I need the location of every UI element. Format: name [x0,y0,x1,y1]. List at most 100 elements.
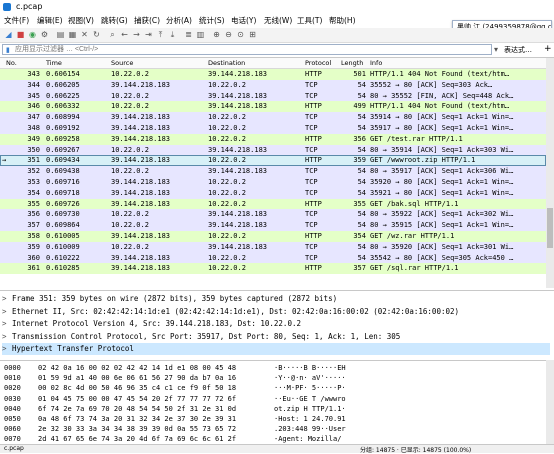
packet-row[interactable]: 345 0.606225 10.22.0.2 39.144.218.183 TCP 54 8… [0,90,546,102]
bytes-ascii[interactable]: ···M·PF· 5·····P· [274,383,346,393]
bytes-ascii[interactable]: ·B·····B B·····EH [274,363,346,373]
col-length[interactable]: Length [341,59,363,67]
detail-tree-item[interactable]: > Internet Protocol Version 4, Src: 39.14… [2,318,550,330]
detail-tree-item[interactable]: > Hypertext Transfer Protocol [2,343,550,355]
status-counts: 分组: 14875 · 已显示: 14875 (100.0%) [360,447,472,454]
bytes-offset[interactable]: 0040 [4,404,21,414]
packet-row[interactable]: 350 0.609267 10.22.0.2 39.144.218.183 TCP 54 8… [0,144,546,156]
bytes-offset[interactable]: 0020 [4,383,21,393]
start-capture-icon[interactable]: ◢ [4,30,13,39]
first-packet-icon[interactable]: ⤒ [156,30,165,39]
stop-capture-icon[interactable]: ■ [16,30,25,39]
bytes-hex[interactable]: 0a 48 6f 73 74 3a 20 31 32 34 2e 37 30 2… [38,414,236,424]
packet-row[interactable]: 361 0.610285 39.144.218.183 10.22.0.2 HTTP 35… [0,263,546,275]
reload-icon[interactable]: ↻ [92,30,101,39]
packet-row[interactable]: 360 0.610222 39.144.218.183 10.22.0.2 TCP 54 3… [0,252,546,264]
detail-tree-item[interactable]: > Transmission Control Protocol, Src Port… [2,331,550,343]
bytes-hex[interactable]: 01 04 45 75 00 00 47 45 54 20 2f 77 77 7… [38,394,236,404]
col-time[interactable]: Time [46,59,62,67]
open-file-icon[interactable]: ▤ [56,30,65,39]
bytes-hex[interactable]: 01 59 9d a1 40 00 6e 06 61 56 27 90 da b… [38,373,236,383]
expand-arrow-icon[interactable]: > [2,331,12,343]
menu-edit[interactable]: 编辑(E) [37,15,63,26]
bytes-hex[interactable]: 02 42 0a 16 00 02 02 42 42 14 1d e1 08 0… [38,363,236,373]
colorize-icon[interactable]: ▥ [196,30,205,39]
bytes-offset[interactable]: 0060 [4,424,21,434]
expand-arrow-icon[interactable]: > [2,343,12,355]
save-file-icon[interactable]: ▦ [68,30,77,39]
bytes-hex[interactable]: 6f 74 2e 7a 69 70 20 48 54 54 50 2f 31 2… [38,404,236,414]
zoom-out-icon[interactable]: ⊖ [224,30,233,39]
packet-list-scrollbar[interactable] [546,58,554,288]
menu-go[interactable]: 跳转(G) [101,15,128,26]
packet-row[interactable]: 348 0.609192 39.144.218.183 10.22.0.2 TCP 54 3… [0,123,546,134]
packet-row[interactable]: 354 0.609718 39.144.218.183 10.22.0.2 TCP 54 3… [0,187,546,199]
restart-capture-icon[interactable]: ◉ [28,30,37,39]
packet-row[interactable]: 358 0.610005 39.144.218.183 10.22.0.2 HTTP 35… [0,231,546,242]
packet-cell-no: 361 [27,264,40,273]
bytes-offset[interactable]: 0030 [4,394,21,404]
detail-tree-item[interactable]: > Frame 351: 359 bytes on wire (2872 bits… [2,293,550,305]
col-protocol[interactable]: Protocol [305,59,331,67]
col-info[interactable]: Info [370,59,382,67]
menu-view[interactable]: 视图(V) [68,15,94,26]
go-to-packet-icon[interactable]: ⇥ [144,30,153,39]
packet-row[interactable]: 355 0.609726 39.144.218.183 10.22.0.2 HTTP 35… [0,198,546,210]
zoom-reset-icon[interactable]: ⊙ [236,30,245,39]
packet-cell-proto: TCP [305,242,318,251]
packet-row[interactable]: 359 0.610009 10.22.0.2 39.144.218.183 TCP 54 8… [0,241,546,253]
packet-row[interactable]: 344 0.606205 39.144.218.183 10.22.0.2 TCP 54 3… [0,79,546,91]
packet-row[interactable]: 347 0.608994 39.144.218.183 10.22.0.2 TCP 54 3… [0,112,546,123]
bytes-ascii[interactable]: ··Eu··GE T /wwwro [274,394,346,404]
detail-tree-item[interactable]: > Ethernet II, Src: 02:42:42:14:1d:e1 (02… [2,306,550,318]
menu-tools[interactable]: 工具(T) [297,15,322,26]
find-packet-icon[interactable]: ⌕ [108,30,117,39]
menu-capture[interactable]: 捕获(C) [134,15,160,26]
zoom-in-icon[interactable]: ⊕ [212,30,221,39]
filter-dropdown-icon[interactable]: ▾ [494,45,498,54]
display-filter-input[interactable] [2,44,492,55]
packet-row[interactable]: 346 0.606332 10.22.0.2 39.144.218.183 HTTP 49… [0,101,546,113]
bytes-offset[interactable]: 0000 [4,363,21,373]
bytes-offset[interactable]: 0050 [4,414,21,424]
menu-statistics[interactable]: 统计(S) [199,15,225,26]
col-source[interactable]: Source [111,59,133,67]
close-file-icon[interactable]: ✕ [80,30,89,39]
bytes-ascii[interactable]: ot.zip H TTP/1.1· [274,404,346,414]
menu-wireless[interactable]: 无线(W) [264,15,292,26]
auto-scroll-icon[interactable]: ≣ [184,30,193,39]
packet-cell-len: 357 [353,264,366,273]
capture-options-icon[interactable]: ⚙ [40,30,49,39]
expand-arrow-icon[interactable]: > [2,306,12,318]
col-no[interactable]: No. [6,59,17,67]
packet-row[interactable]: 356 0.609730 10.22.0.2 39.144.218.183 TCP 54 8… [0,209,546,221]
last-packet-icon[interactable]: ⤓ [168,30,177,39]
expression-button[interactable]: 表达式… [504,45,532,55]
bookmark-icon[interactable]: ▮ [6,46,10,54]
col-destination[interactable]: Destination [208,59,245,67]
menu-file[interactable]: 文件(F) [4,15,29,26]
bytes-ascii[interactable]: ·Y··@·n· aV'····· [274,373,346,383]
go-back-icon[interactable]: ← [120,30,129,39]
expand-arrow-icon[interactable]: > [2,293,12,305]
bytes-hex[interactable]: 2e 32 30 33 3a 34 34 38 39 39 0d 0a 55 7… [38,424,236,434]
packet-row[interactable]: 352 0.609438 10.22.0.2 39.144.218.183 TCP 54 8… [0,166,546,177]
expand-arrow-icon[interactable]: > [2,318,12,330]
bytes-offset[interactable]: 0010 [4,373,21,383]
bytes-ascii[interactable]: .203:448 99··User [274,424,346,434]
packet-row[interactable]: → 351 0.609434 39.144.218.183 10.22.0.2 HTTP 3… [0,155,546,167]
bytes-ascii[interactable]: ·Host: 1 24.70.91 [274,414,346,424]
add-filter-button[interactable]: + [544,44,552,54]
menu-help[interactable]: 帮助(H) [329,15,356,26]
bytes-pane-scrollbar[interactable] [546,360,554,444]
scrollbar-thumb[interactable] [547,208,553,248]
menu-telephony[interactable]: 电话(Y) [231,15,256,26]
packet-row[interactable]: 353 0.609716 39.144.218.183 10.22.0.2 TCP 54 3… [0,177,546,188]
bytes-hex[interactable]: 00 02 8c 4d 00 50 46 96 35 c4 c1 ce f9 0… [38,383,236,393]
menu-analyze[interactable]: 分析(A) [166,15,192,26]
packet-row[interactable]: 357 0.609864 10.22.0.2 39.144.218.183 TCP 54 8… [0,220,546,231]
go-forward-icon[interactable]: → [132,30,141,39]
packet-row[interactable]: 343 0.606154 10.22.0.2 39.144.218.183 HTTP 50… [0,69,546,80]
resize-columns-icon[interactable]: ⊞ [248,30,257,39]
packet-row[interactable]: 349 0.609258 39.144.218.183 10.22.0.2 HTTP 35… [0,133,546,145]
